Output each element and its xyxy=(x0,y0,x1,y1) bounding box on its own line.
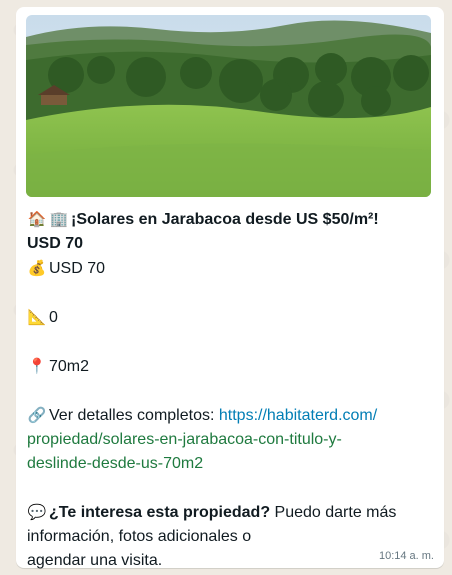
property-link-part-2[interactable]: propiedad/solares-en-jarabacoa-con-titul… xyxy=(27,431,342,448)
cta-line: 💬 ¿Te interesa esta propiedad? Puedo dart… xyxy=(27,500,432,525)
speech-bubble-icon: 💬 xyxy=(27,503,47,521)
building-icon: 🏢 xyxy=(49,210,69,228)
price-value: USD 70 xyxy=(49,260,106,277)
link-icon: 🔗 xyxy=(27,406,47,424)
property-link-part-3[interactable]: deslinde-desde-us-70m2 xyxy=(27,455,203,472)
link-line: 🔗 Ver detalles completos: https://habitat… xyxy=(27,403,432,428)
cta-question: ¿Te interesa esta propiedad? xyxy=(49,504,271,521)
area-line: 📐 0 xyxy=(27,305,432,330)
location-value: 70m2 xyxy=(49,358,90,375)
ruler-icon: 📐 xyxy=(27,308,47,326)
pin-icon: 📍 xyxy=(27,357,47,375)
title-line: 🏠 🏢 ¡Solares en Jarabacoa desde US $50/m²! xyxy=(27,207,432,232)
property-link-part-1[interactable]: https://habitaterd.com/ xyxy=(219,407,377,424)
cta-text-1: Puedo darte más xyxy=(270,504,397,521)
message-bubble[interactable]: 🏠 🏢 ¡Solares en Jarabacoa desde US $50/m²!… xyxy=(16,7,444,569)
link-preview-image[interactable] xyxy=(26,15,431,197)
price-heading: USD 70 xyxy=(27,235,84,252)
listing-title: ¡Solares en Jarabacoa desde US $50/m²! xyxy=(71,211,379,228)
price-line: 💰 USD 70 xyxy=(27,256,432,281)
message-timestamp: 10:14 a. m. xyxy=(378,550,434,562)
area-value: 0 xyxy=(49,309,58,326)
cta-text-3: agendar una visita. xyxy=(27,552,163,569)
link-label: Ver detalles completos: xyxy=(49,407,215,424)
location-line: 📍 70m2 xyxy=(27,354,432,379)
house-icon: 🏠 xyxy=(27,210,47,228)
money-bag-icon: 💰 xyxy=(27,259,47,277)
cta-text-2: información, fotos adicionales o xyxy=(27,528,252,545)
message-text: 🏠 🏢 ¡Solares en Jarabacoa desde US $50/m²!… xyxy=(27,207,432,573)
